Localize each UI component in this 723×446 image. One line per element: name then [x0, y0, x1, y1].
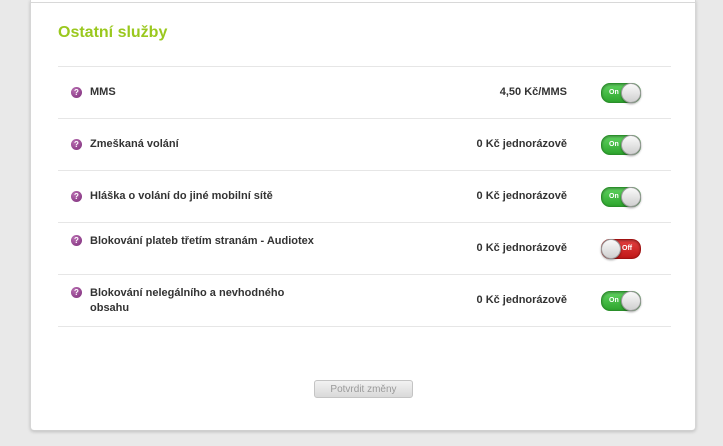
service-price: 0 Kč jednorázově: [476, 242, 567, 254]
toggle-knob: [601, 239, 621, 259]
service-row-audiotex-block: ? Blokování plateb třetím stranám - Audi…: [58, 223, 671, 275]
service-toggle[interactable]: On: [601, 135, 641, 155]
toggle-knob: [621, 187, 641, 207]
top-divider: [31, 2, 695, 3]
toggle-state-label: Off: [622, 245, 633, 252]
service-name: MMS: [90, 86, 116, 98]
service-row-missed-calls: ? Zmeškaná volání 0 Kč jednorázově On: [58, 119, 671, 171]
toggle-knob: [621, 291, 641, 311]
service-price: 4,50 Kč/MMS: [499, 86, 567, 98]
help-icon[interactable]: ?: [71, 235, 82, 246]
service-row-content-block: ? Blokování nelegálního a nevhodného obs…: [58, 275, 671, 327]
toggle-state-label: On: [609, 89, 619, 96]
service-toggle[interactable]: On: [601, 291, 641, 311]
service-toggle[interactable]: On: [601, 83, 641, 103]
service-price: 0 Kč jednorázově: [476, 190, 567, 202]
help-icon[interactable]: ?: [71, 139, 82, 150]
service-row-mms: ? MMS 4,50 Kč/MMS On: [58, 67, 671, 119]
service-price: 0 Kč jednorázově: [476, 138, 567, 150]
service-toggle[interactable]: Off: [601, 239, 641, 259]
help-icon[interactable]: ?: [71, 287, 82, 298]
service-name: Zmeškaná volání: [90, 138, 179, 150]
service-name: Blokování plateb třetím stranám - Audiot…: [90, 235, 314, 247]
section-title: Ostatní služby: [58, 24, 168, 41]
service-price: 0 Kč jednorázově: [476, 294, 567, 306]
service-name: Hláška o volání do jiné mobilní sítě: [90, 190, 273, 202]
help-icon[interactable]: ?: [71, 87, 82, 98]
toggle-knob: [621, 135, 641, 155]
toggle-knob: [621, 83, 641, 103]
services-panel: Ostatní služby ? MMS 4,50 Kč/MMS On ? Zm…: [30, 0, 696, 431]
help-icon[interactable]: ?: [71, 191, 82, 202]
service-name: Blokování nelegálního a nevhodného obsah…: [90, 287, 285, 314]
toggle-state-label: On: [609, 141, 619, 148]
service-toggle[interactable]: On: [601, 187, 641, 207]
confirm-changes-button[interactable]: Potvrdit změny: [314, 380, 413, 398]
toggle-state-label: On: [609, 297, 619, 304]
services-list: ? MMS 4,50 Kč/MMS On ? Zmeškaná volání 0…: [58, 66, 671, 327]
service-row-network-notice: ? Hláška o volání do jiné mobilní sítě 0…: [58, 171, 671, 223]
toggle-state-label: On: [609, 193, 619, 200]
